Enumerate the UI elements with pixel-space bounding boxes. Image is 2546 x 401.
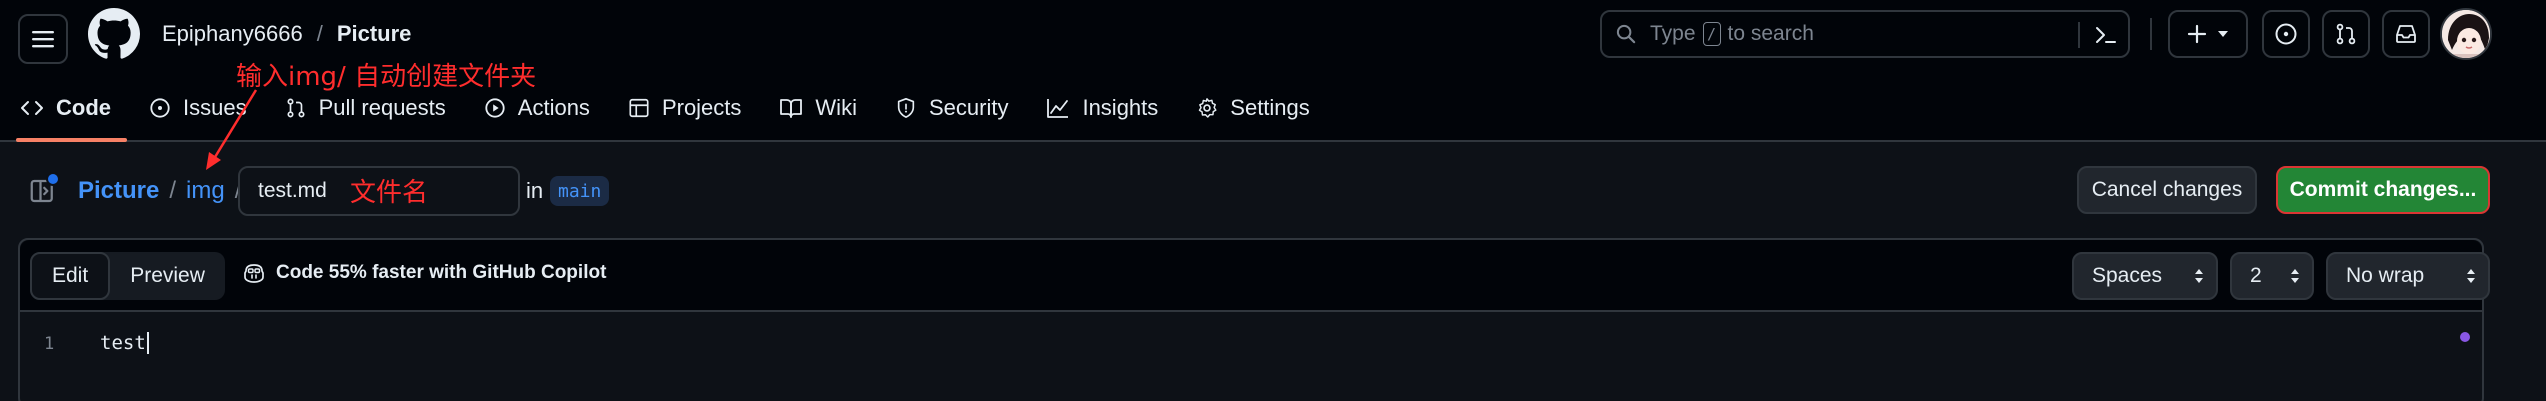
- search-placeholder: Type / to search: [1650, 22, 1814, 46]
- code-line[interactable]: test: [100, 332, 149, 354]
- issue-opened-icon: [150, 98, 170, 118]
- annotation-arrow-icon: [206, 89, 258, 170]
- annotation-folder-note: 输入img/ 自动创建文件夹: [236, 62, 537, 92]
- tab-settings-label: Settings: [1230, 95, 1310, 120]
- tab-wiki[interactable]: Wiki: [779, 88, 857, 128]
- issues-button[interactable]: [2262, 10, 2310, 58]
- branch-in-label: in: [526, 178, 544, 203]
- indent-size-value: 2: [2250, 264, 2262, 287]
- tab-wiki-label: Wiki: [815, 95, 857, 120]
- copilot-promo-label: Code 55% faster with GitHub Copilot: [276, 262, 607, 283]
- path-separator: /: [169, 177, 177, 204]
- tab-edit[interactable]: Edit: [30, 252, 111, 300]
- indent-mode-value: Spaces: [2092, 264, 2163, 287]
- triangle-down-icon: [2218, 31, 2228, 37]
- copilot-promo[interactable]: Code 55% faster with GitHub Copilot: [242, 262, 606, 284]
- tab-preview[interactable]: Preview: [110, 252, 225, 300]
- shield-icon: [897, 98, 915, 118]
- header-divider: [2150, 18, 2152, 50]
- graph-icon: [1047, 99, 1069, 118]
- tab-security-label: Security: [928, 95, 1009, 120]
- tab-pull-requests[interactable]: Pull requests: [285, 88, 446, 128]
- editor-status-dot: [2460, 332, 2470, 342]
- edit-preview-toggle: Edit Preview: [30, 252, 225, 300]
- path-repo-link[interactable]: Picture: [78, 177, 159, 205]
- file-path-breadcrumb: Picture / img /: [78, 176, 241, 206]
- search-placeholder-start: Type: [1650, 22, 1696, 45]
- search-input[interactable]: Type / to search: [1600, 10, 2130, 58]
- notification-dot: [46, 172, 60, 186]
- indent-size-select[interactable]: 2: [2230, 252, 2314, 300]
- search-shortcut-key: /: [1702, 22, 1721, 46]
- issue-opened-icon: [2275, 23, 2297, 45]
- wrap-mode-value: No wrap: [2346, 264, 2425, 287]
- tab-code[interactable]: Code: [20, 88, 111, 128]
- tab-code-label: Code: [56, 95, 111, 120]
- search-icon: [1616, 24, 1636, 44]
- tab-insights[interactable]: Insights: [1046, 88, 1158, 128]
- commit-changes-button[interactable]: Commit changes...: [2276, 166, 2490, 214]
- gear-icon: [1199, 98, 1217, 118]
- select-arrows-icon: [2466, 268, 2476, 284]
- text-cursor: [146, 332, 149, 354]
- annotation-filename-note: 文件名: [350, 178, 429, 208]
- header-breadcrumb: Epiphany6666 / Picture: [162, 19, 411, 49]
- tab-projects-label: Projects: [661, 95, 742, 120]
- avatar[interactable]: [2440, 8, 2492, 60]
- github-logo-icon[interactable]: [88, 8, 140, 60]
- search-placeholder-end: to search: [1727, 22, 1814, 45]
- path-folder-link[interactable]: img: [186, 177, 225, 205]
- create-new-button[interactable]: [2168, 10, 2248, 58]
- owner-link[interactable]: Epiphany6666: [162, 21, 303, 47]
- tab-insights-label: Insights: [1082, 95, 1159, 120]
- editor-toolbar: Edit Preview Code 55% faster with GitHub…: [20, 240, 2490, 312]
- wrap-mode-select[interactable]: No wrap: [2326, 252, 2490, 300]
- code-icon: [21, 101, 43, 115]
- tab-actions[interactable]: Actions: [484, 88, 590, 128]
- tab-actions-label: Actions: [517, 95, 590, 120]
- cancel-changes-button[interactable]: Cancel changes: [2077, 166, 2257, 214]
- line-number: 1: [44, 334, 55, 354]
- git-pull-request-icon: [2336, 23, 2356, 45]
- git-pull-request-icon: [287, 98, 305, 118]
- active-tab-indicator: [16, 138, 127, 142]
- menu-button[interactable]: [18, 14, 68, 64]
- copilot-icon: [244, 264, 264, 283]
- pull-requests-button[interactable]: [2322, 10, 2370, 58]
- hamburger-icon: [32, 31, 54, 48]
- table-icon: [629, 98, 649, 118]
- tab-projects[interactable]: Projects: [628, 88, 741, 128]
- inbox-button[interactable]: [2382, 10, 2430, 58]
- breadcrumb-separator: /: [316, 21, 323, 46]
- code-line-text: test: [100, 332, 146, 354]
- tab-settings[interactable]: Settings: [1196, 88, 1310, 128]
- search-divider: [2078, 22, 2080, 48]
- book-icon: [780, 99, 803, 118]
- inbox-icon: [2396, 25, 2416, 43]
- indent-mode-select[interactable]: Spaces: [2072, 252, 2218, 300]
- repo-link[interactable]: Picture: [337, 21, 412, 47]
- tab-security[interactable]: Security: [895, 88, 1008, 128]
- select-arrows-icon: [2290, 268, 2300, 284]
- code-editor: Edit Preview Code 55% faster with GitHub…: [18, 238, 2490, 401]
- branch-badge[interactable]: main: [550, 176, 610, 206]
- plus-icon: [2187, 24, 2207, 44]
- tab-pull-requests-label: Pull requests: [318, 95, 446, 120]
- select-arrows-icon: [2194, 268, 2204, 284]
- command-palette-icon[interactable]: [2094, 24, 2118, 46]
- play-icon: [485, 98, 505, 118]
